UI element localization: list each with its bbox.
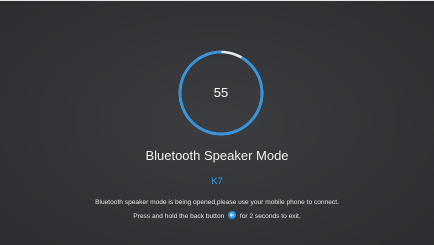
bluetooth-speaker-screen: 55 Bluetooth Speaker Mode K7 Bluetooth s… xyxy=(0,0,434,245)
countdown-ring: 55 xyxy=(176,48,266,138)
countdown-value: 55 xyxy=(213,85,229,100)
exit-instruction-prefix: Press and hold the back button xyxy=(133,213,225,220)
device-name: K7 xyxy=(211,176,223,187)
exit-instruction-suffix: for 2 seconds to exit. xyxy=(239,213,301,220)
mode-title: Bluetooth Speaker Mode xyxy=(145,148,289,163)
top-divider xyxy=(0,0,434,1)
exit-instruction: Press and hold the back button for 2 sec… xyxy=(0,211,434,221)
connection-status-message: Bluetooth speaker mode is being opened,p… xyxy=(95,199,339,206)
back-arrow-icon xyxy=(228,211,237,219)
